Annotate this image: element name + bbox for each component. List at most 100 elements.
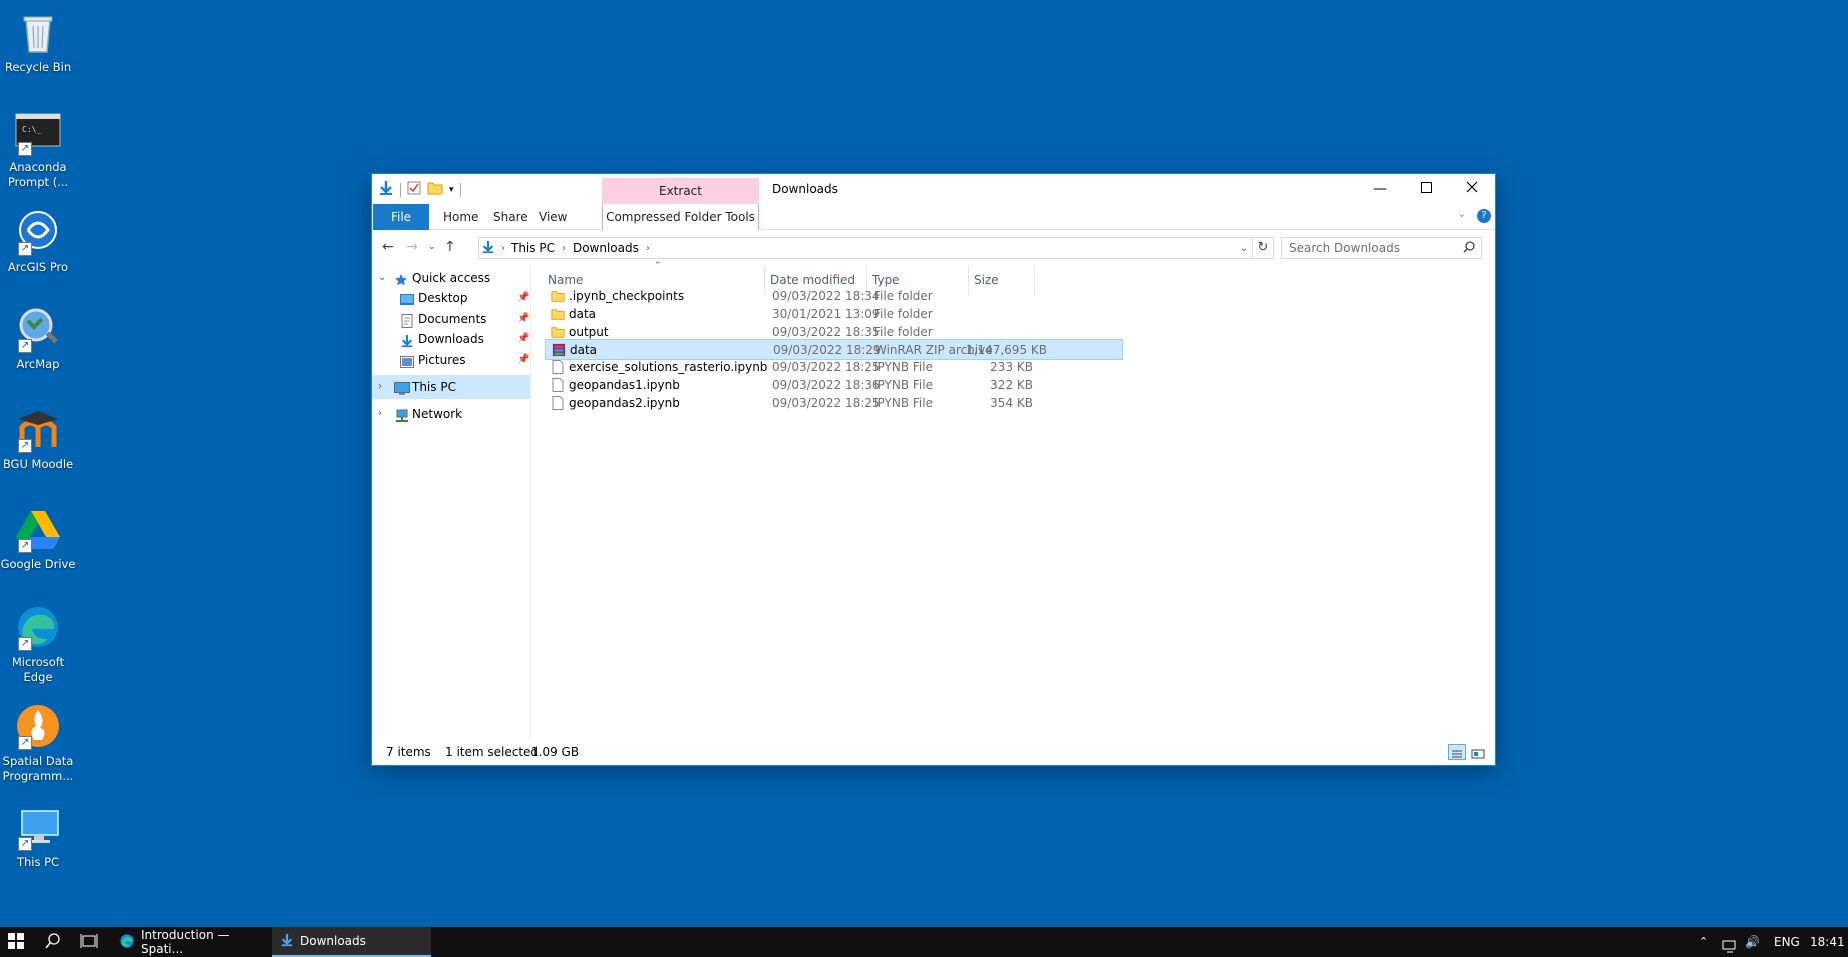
file-icon xyxy=(551,395,565,410)
nav-label: Pictures xyxy=(418,353,466,367)
file-size: 354 KB xyxy=(990,395,1033,410)
nav-network[interactable]: › Network xyxy=(372,402,530,426)
star-icon xyxy=(394,271,408,286)
desktop-icon-arcmap[interactable]: ↗ ArcMap xyxy=(0,305,76,372)
address-row: ← → ⌄ ↑ › This PC › Downloads › ⌄ ↻ Sear… xyxy=(372,230,1495,266)
address-dropdown-icon[interactable]: ⌄ xyxy=(1240,243,1248,254)
search-input[interactable]: Search Downloads xyxy=(1281,237,1482,259)
desktop-icon-spatial-data[interactable]: ↗ Spatial Data Programm... xyxy=(0,702,76,784)
tab-home[interactable]: Home xyxy=(433,204,488,230)
navigation-pane: ⌄ Quick access Desktop 📌 Documents 📌 Dow… xyxy=(372,266,531,739)
search-button[interactable] xyxy=(45,927,61,957)
tab-file[interactable]: File xyxy=(373,204,429,230)
explorer-body: ⌄ Quick access Desktop 📌 Documents 📌 Dow… xyxy=(372,261,1495,739)
breadcrumb-chevron-icon[interactable]: › xyxy=(501,243,505,254)
computer-icon: ↗ xyxy=(14,803,62,851)
desktop-icon-label: Microsoft Edge xyxy=(11,655,65,684)
breadcrumb-chevron-icon[interactable]: › xyxy=(562,243,566,254)
breadcrumb-this-pc[interactable]: This PC xyxy=(511,241,555,255)
recent-locations-chevron-icon[interactable]: ⌄ xyxy=(428,242,436,252)
folder-icon xyxy=(551,289,565,303)
file-list: ⌃ Name Date modified Type Size .ipynb_ch… xyxy=(532,261,1495,739)
desktop-icon-label: Recycle Bin xyxy=(4,60,72,74)
folder-icon xyxy=(551,325,565,339)
file-type: IPYNB File xyxy=(874,395,933,410)
minimize-button[interactable]: — xyxy=(1357,174,1403,204)
selection-count: 1 item selected xyxy=(445,745,539,759)
file-row[interactable]: geopandas2.ipynb 09/03/2022 18:25 IPYNB Fi… xyxy=(545,393,1123,414)
svg-text:C:\_: C:\_ xyxy=(22,125,41,134)
ribbon-tabs: File Home Share View Compressed Folder T… xyxy=(372,204,1495,230)
desktop-icon-anaconda-prompt[interactable]: C:\_ ↗ Anaconda Prompt (... xyxy=(0,108,76,190)
title-bar[interactable]: ▾ Extract Downloads — xyxy=(372,174,1495,204)
quick-access-toolbar: ▾ xyxy=(378,180,461,199)
new-folder-icon[interactable] xyxy=(427,181,443,198)
desktop-icon-bgu-moodle[interactable]: ↗ BGU Moodle xyxy=(0,405,76,472)
download-arrow-icon xyxy=(378,180,394,199)
taskbar: Introduction — Spati... Downloads ⌃ 🔊 EN… xyxy=(0,927,1848,957)
desktop-folder-icon xyxy=(400,291,414,305)
window-title: Downloads xyxy=(772,182,838,196)
details-view-icon[interactable] xyxy=(1448,744,1466,760)
desktop-icon-label: Google Drive xyxy=(0,557,76,571)
customize-qat-icon[interactable]: ▾ xyxy=(449,185,454,195)
desktop-icon-label: Anaconda Prompt (... xyxy=(7,160,69,189)
forward-arrow-icon[interactable]: → xyxy=(406,239,418,255)
desktop-icon-label: BGU Moodle xyxy=(2,457,74,471)
start-button[interactable] xyxy=(8,927,24,957)
maximize-icon xyxy=(1420,181,1432,197)
expand-ribbon-chevron-icon[interactable]: ⌄ xyxy=(1457,207,1466,220)
desktop-icon-label: This PC xyxy=(16,855,60,869)
close-button[interactable] xyxy=(1449,174,1495,204)
clock[interactable]: 18:41 xyxy=(1810,927,1845,957)
tab-view[interactable]: View xyxy=(529,204,577,230)
address-bar[interactable]: › This PC › Downloads › ⌄ xyxy=(478,237,1253,259)
large-icons-view-icon[interactable] xyxy=(1471,744,1487,760)
taskbar-app-downloads[interactable]: Downloads xyxy=(272,927,431,957)
desktop-icon-recycle-bin[interactable]: Recycle Bin xyxy=(0,8,76,75)
breadcrumb-chevron-icon[interactable]: › xyxy=(646,243,650,254)
expand-chevron-icon[interactable]: › xyxy=(378,402,382,426)
file-icon xyxy=(551,378,565,392)
separator xyxy=(459,182,461,197)
back-arrow-icon[interactable]: ← xyxy=(382,239,394,255)
network-status-icon[interactable] xyxy=(1722,935,1738,957)
taskbar-app-edge[interactable]: Introduction — Spati... xyxy=(111,927,264,957)
desktop-icon-google-drive[interactable]: ↗ Google Drive xyxy=(0,505,76,572)
search-icon xyxy=(1463,239,1475,259)
up-arrow-icon[interactable]: ↑ xyxy=(444,239,456,255)
pin-icon[interactable]: 📌 xyxy=(517,348,529,372)
desktop-icon-arcgis-pro[interactable]: ↗ ArcGIS Pro xyxy=(0,208,76,275)
tab-compressed-folder-tools[interactable]: Compressed Folder Tools xyxy=(602,204,759,230)
moodle-icon: ↗ xyxy=(14,405,62,453)
file-explorer-window: ▾ Extract Downloads — File Home Share Vi… xyxy=(371,173,1496,766)
arcmap-icon: ↗ xyxy=(14,305,62,353)
shortcut-arrow-icon: ↗ xyxy=(18,439,32,453)
desktop-icon-label: ArcGIS Pro xyxy=(7,260,69,274)
nav-this-pc[interactable]: › This PC xyxy=(372,375,530,399)
nav-pictures[interactable]: Pictures 📌 xyxy=(372,348,530,372)
item-count: 7 items xyxy=(386,745,431,759)
breadcrumb-downloads[interactable]: Downloads xyxy=(573,241,639,255)
refresh-button[interactable]: ↻ xyxy=(1252,237,1274,259)
taskbar-app-label: Downloads xyxy=(300,934,366,948)
computer-icon xyxy=(394,380,410,395)
properties-icon[interactable] xyxy=(407,181,421,198)
arcgis-pro-icon: ↗ xyxy=(14,208,62,256)
maximize-button[interactable] xyxy=(1403,174,1449,204)
file-icon xyxy=(551,360,565,375)
task-view-icon xyxy=(80,933,98,952)
desktop-icon-label: ArcMap xyxy=(16,357,60,371)
python-flame-icon: ↗ xyxy=(14,702,62,750)
language-indicator[interactable]: ENG xyxy=(1774,927,1800,957)
context-tab-extract[interactable]: Extract xyxy=(602,178,759,204)
desktop-icon-this-pc[interactable]: ↗ This PC xyxy=(0,803,76,870)
task-view-button[interactable] xyxy=(80,927,98,957)
help-icon[interactable]: ? xyxy=(1477,209,1491,223)
expand-chevron-icon[interactable]: › xyxy=(378,375,382,399)
show-hidden-icons-chevron-icon[interactable]: ⌃ xyxy=(1699,927,1708,957)
documents-icon xyxy=(400,312,414,328)
desktop-icon-microsoft-edge[interactable]: ↗ Microsoft Edge xyxy=(0,603,76,685)
volume-icon[interactable]: 🔊 xyxy=(1745,927,1760,957)
edge-icon: ↗ xyxy=(14,603,62,651)
